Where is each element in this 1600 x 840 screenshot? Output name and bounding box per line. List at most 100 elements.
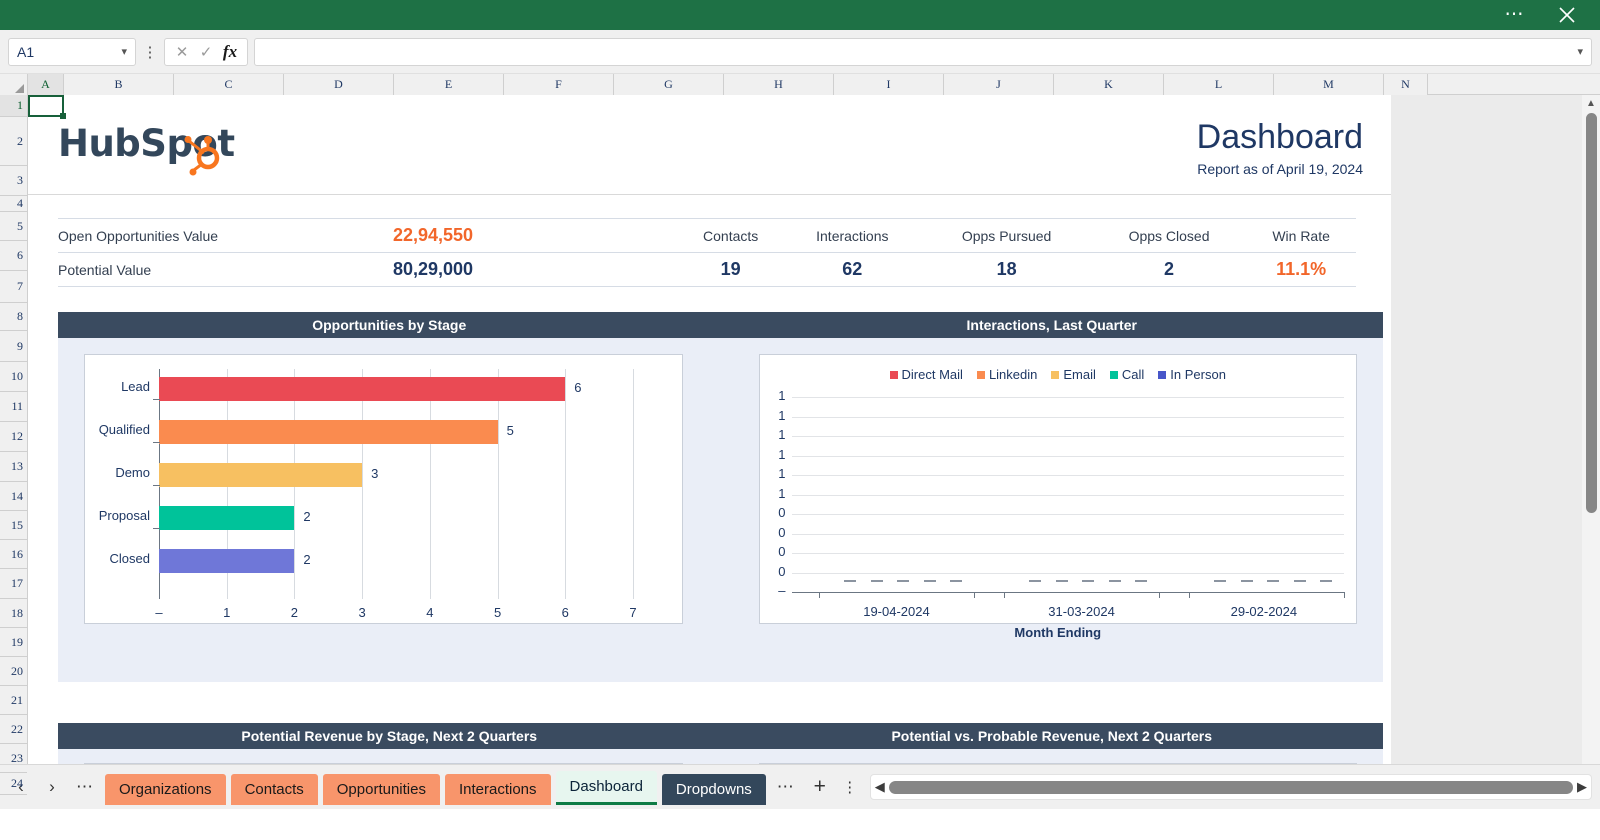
row-header-14[interactable]: 14 (0, 482, 27, 511)
sheet-tab-contacts[interactable]: Contacts (230, 774, 318, 805)
legend-item-linkedin[interactable]: Linkedin (976, 367, 1037, 382)
sheet-tab-organizations[interactable]: Organizations (105, 774, 226, 805)
column-header-n[interactable]: N (1384, 74, 1428, 95)
chart-x-tick (973, 592, 975, 598)
chevron-down-icon[interactable]: ▾ (1577, 45, 1583, 58)
chart-x-axis (791, 592, 1344, 593)
horizontal-scrollbar-thumb[interactable] (888, 780, 1573, 794)
row-header-16[interactable]: 16 (0, 540, 27, 569)
column-header-h[interactable]: H (724, 74, 834, 95)
chart-interactions-last-quarter[interactable]: Direct Mail Linkedin Email Call In Person 1 1 1… (758, 354, 1357, 640)
sheet-tab-bar: ‹ › ⋯ Organizations Contacts Opportunities… (0, 764, 1600, 809)
bar-proposal[interactable] (159, 506, 295, 530)
formula-input[interactable]: ▾ (254, 37, 1592, 66)
sheet-tab-opportunities[interactable]: Opportunities (322, 774, 440, 805)
report-title-block: Dashboard Report as of April 19, 2024 (1197, 117, 1363, 177)
chevron-down-icon[interactable]: ▾ (121, 45, 127, 58)
row-header-5[interactable]: 5 (0, 212, 27, 241)
column-header-a[interactable]: A (28, 74, 64, 95)
bar-demo[interactable] (159, 463, 363, 487)
row-header-15[interactable]: 15 (0, 511, 27, 540)
zero-value-label (897, 580, 910, 582)
select-all-corner[interactable] (0, 74, 28, 95)
kpi-row-top: Open Opportunities Value 22,94,550 Conta… (58, 218, 1356, 253)
column-header-g[interactable]: G (614, 74, 724, 95)
chart-potential-revenue-by-stage[interactable] (84, 763, 683, 764)
column-header-l[interactable]: L (1164, 74, 1274, 95)
legend-item-direct-mail[interactable]: Direct Mail (889, 367, 963, 382)
row-header-17[interactable]: 17 (0, 569, 27, 599)
row-header-7[interactable]: 7 (0, 271, 27, 303)
row-header-2[interactable]: 2 (0, 117, 27, 166)
sheet-canvas[interactable]: HubSpot Dashboard Report as of April 19,… (28, 95, 1600, 764)
column-header-f[interactable]: F (504, 74, 614, 95)
bar-group-proposal: Proposal 2 (99, 506, 311, 530)
ellipsis-horizontal-icon[interactable]: ⋯ (70, 778, 100, 795)
cancel-icon[interactable]: ✕ (171, 43, 193, 61)
row-header-13[interactable]: 13 (0, 452, 27, 482)
name-box[interactable]: A1 ▾ (8, 37, 136, 66)
chart-gridline (633, 369, 634, 599)
row-header-22[interactable]: 22 (0, 715, 27, 744)
function-icon[interactable]: fx (219, 42, 241, 62)
row-header-10[interactable]: 10 (0, 362, 27, 392)
chart-x-tick-label: 4 (426, 605, 434, 620)
sheet-tab-interactions[interactable]: Interactions (444, 774, 551, 805)
bar-closed[interactable] (159, 549, 295, 573)
chart-x-tick (1004, 592, 1006, 598)
row-header-18[interactable]: 18 (0, 599, 27, 628)
chart-opportunities-by-stage[interactable]: Lead 6 Qualified 5 Demo 3 Proposal 2 Closed 2 – 1 2 3… (84, 354, 683, 624)
bar-qualified[interactable] (159, 420, 498, 444)
ellipsis-vertical-icon[interactable]: ⋮ (142, 45, 158, 60)
legend-item-in-person[interactable]: In Person (1158, 367, 1226, 382)
panel-body-row-1: Lead 6 Qualified 5 Demo 3 Proposal 2 Closed 2 – 1 2 3… (58, 338, 1383, 682)
add-sheet-button[interactable]: + (806, 773, 834, 801)
triangle-up-icon[interactable]: ▲ (1586, 98, 1596, 109)
kpi-value-contacts: 19 (678, 252, 784, 287)
row-header-12[interactable]: 12 (0, 422, 27, 452)
row-header-8[interactable]: 8 (0, 303, 27, 331)
row-header-19[interactable]: 19 (0, 628, 27, 657)
sheet-menu-icon[interactable]: ⋮ (839, 780, 861, 795)
column-header-k[interactable]: K (1054, 74, 1164, 95)
column-header-c[interactable]: C (174, 74, 284, 95)
row-header-3[interactable]: 3 (0, 166, 27, 196)
column-header-m[interactable]: M (1274, 74, 1384, 95)
row-header-9[interactable]: 9 (0, 331, 27, 362)
check-icon[interactable]: ✓ (195, 43, 217, 61)
dashboard-report: HubSpot Dashboard Report as of April 19,… (28, 95, 1391, 764)
sheet-tab-dropdowns[interactable]: Dropdowns (661, 774, 766, 805)
row-header-11[interactable]: 11 (0, 392, 27, 422)
panel-header-row-1: Opportunities by Stage Interactions, Las… (58, 312, 1383, 338)
row-header-6[interactable]: 6 (0, 241, 27, 271)
legend-item-call[interactable]: Call (1109, 367, 1144, 382)
row-header-20[interactable]: 20 (0, 657, 27, 686)
sheet-tab-dashboard[interactable]: Dashboard (555, 771, 657, 805)
column-header-i[interactable]: I (834, 74, 944, 95)
triangle-left-icon[interactable]: ◀ (875, 779, 885, 795)
legend-item-email[interactable]: Email (1051, 367, 1096, 382)
chart-gridline (791, 397, 1344, 398)
chart-potential-vs-probable-revenue[interactable] (758, 763, 1357, 764)
column-header-b[interactable]: B (64, 74, 174, 95)
close-icon[interactable] (1552, 0, 1582, 30)
column-header-d[interactable]: D (284, 74, 394, 95)
row-header-1[interactable]: 1 (0, 95, 27, 117)
kpi-header-opps-closed: Opps Closed (1091, 218, 1247, 253)
bar-lead[interactable] (159, 377, 566, 401)
triangle-right-icon[interactable]: ▶ (1577, 779, 1587, 795)
ellipsis-horizontal-icon[interactable]: ⋯ (1500, 0, 1530, 30)
vertical-scrollbar-thumb[interactable] (1585, 113, 1597, 513)
chevron-right-icon[interactable]: › (39, 774, 65, 800)
row-header-21[interactable]: 21 (0, 686, 27, 715)
vertical-scrollbar[interactable]: ▲ ▼ (1582, 95, 1600, 764)
row-header-24[interactable]: 24 (0, 773, 27, 795)
column-header-j[interactable]: J (944, 74, 1054, 95)
horizontal-scrollbar[interactable]: ◀ ▶ (869, 774, 1592, 800)
row-header-23[interactable]: 23 (0, 744, 27, 773)
column-header-e[interactable]: E (394, 74, 504, 95)
kpi-value-interactions: 62 (783, 252, 922, 287)
sheet-overflow-ellipsis-icon[interactable]: ⋯ (771, 778, 801, 795)
row-header-4[interactable]: 4 (0, 196, 27, 212)
kpi-label-potential-value: Potential Value (58, 252, 338, 287)
